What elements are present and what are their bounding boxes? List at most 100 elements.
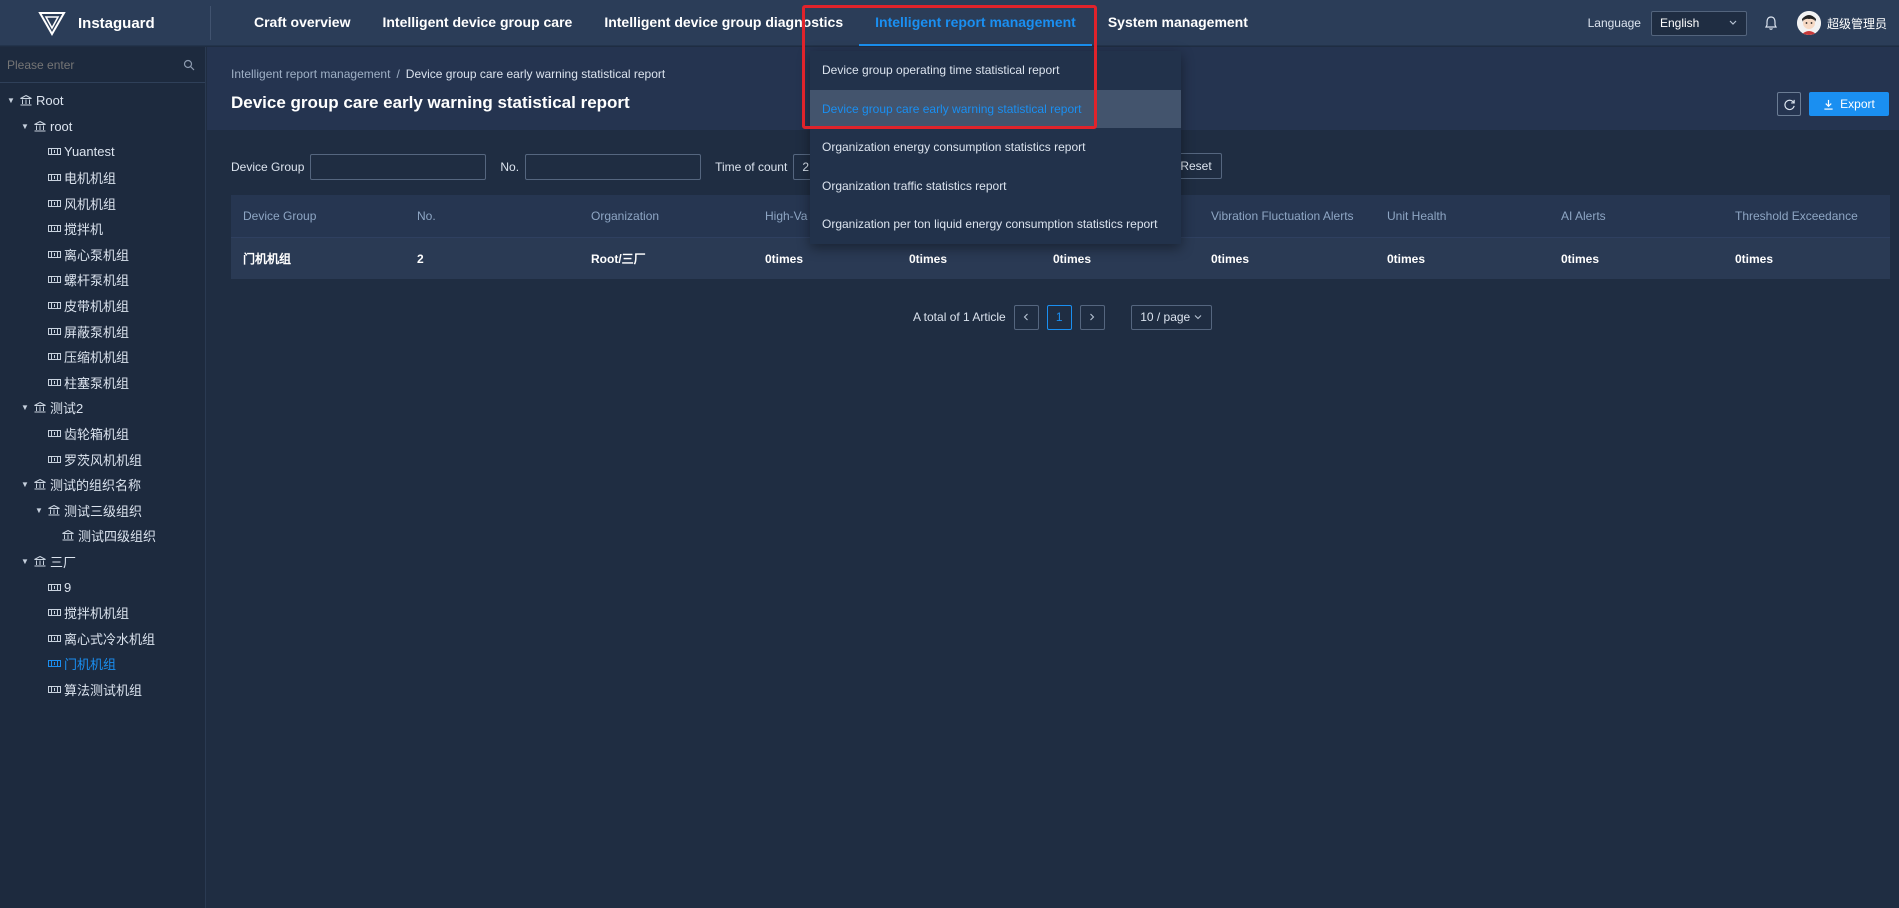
caret-down-icon[interactable]: ▼	[34, 506, 44, 515]
tree-node-device[interactable]: 屏蔽泵机组	[0, 318, 205, 344]
column-header: Vibration Fluctuation Alerts	[1211, 209, 1354, 223]
header-tools: Language English 超级管理员	[1588, 0, 1899, 46]
device-icon	[47, 607, 61, 619]
tree-node-device[interactable]: 螺杆泵机组	[0, 267, 205, 293]
tree-node-label: 螺杆泵机组	[64, 273, 130, 289]
menu-item-operating-time-report[interactable]: Device group operating time statistical …	[810, 51, 1181, 90]
tree-node-label: 压缩机机组	[64, 350, 130, 366]
tree-node-label: 柱塞泵机组	[64, 375, 130, 391]
menu-item-traffic-report[interactable]: Organization traffic statistics report	[810, 167, 1181, 206]
report-management-dropdown: Device group operating time statistical …	[810, 51, 1181, 244]
nav-report-management[interactable]: Intelligent report management	[859, 0, 1092, 46]
top-navigation-bar: Instaguard Craft overview Intelligent de…	[0, 0, 1899, 46]
tree-node-org[interactable]: ▼ 测试2	[0, 395, 205, 421]
tree-node-label: 罗茨风机机组	[64, 452, 143, 468]
tree-node-device[interactable]: 离心泵机组	[0, 242, 205, 268]
tree-node-device[interactable]: 搅拌机机组	[0, 600, 205, 626]
device-icon	[47, 658, 61, 670]
time-of-count-label: Time of count	[715, 160, 788, 174]
device-icon	[47, 197, 61, 209]
tree-node-label: 搅拌机机组	[64, 606, 130, 622]
tree-node-device[interactable]: 门机机组	[0, 651, 205, 677]
tree-node-device[interactable]: 压缩机机组	[0, 344, 205, 370]
tree-node-label: 电机机组	[64, 171, 117, 187]
organization-icon	[33, 402, 47, 414]
search-input[interactable]	[5, 56, 165, 73]
tree-node-label: 离心泵机组	[64, 247, 130, 263]
app-name: Instaguard	[78, 14, 155, 32]
menu-item-energy-consumption-report[interactable]: Organization energy consumption statisti…	[810, 128, 1181, 167]
refresh-button[interactable]	[1777, 92, 1801, 116]
tree-node-device[interactable]: 电机机组	[0, 165, 205, 191]
table-cell: Root/三厂	[591, 252, 646, 266]
tree-node-label: 门机机组	[64, 657, 117, 673]
language-value: English	[1659, 16, 1700, 30]
download-icon	[1824, 99, 1833, 110]
tree-node-device[interactable]: 皮带机机组	[0, 293, 205, 319]
tree-node-label: Root	[36, 93, 64, 109]
tree-node-label: 测试2	[50, 401, 84, 417]
no-input[interactable]	[525, 154, 702, 180]
table-cell: 0times	[1053, 251, 1092, 266]
menu-item-per-ton-energy-report[interactable]: Organization per ton liquid energy consu…	[810, 205, 1181, 244]
tree-node-label: 算法测试机组	[64, 682, 143, 698]
caret-down-icon[interactable]: ▼	[20, 480, 30, 489]
tree-node-device[interactable]: 算法测试机组	[0, 677, 205, 703]
tree-node-label: 离心式冷水机组	[64, 631, 156, 647]
device-group-label: Device Group	[231, 160, 305, 174]
tree-node-device[interactable]: 柱塞泵机组	[0, 370, 205, 396]
nav-device-group-diagnostics[interactable]: Intelligent device group diagnostics	[588, 0, 859, 46]
menu-item-care-early-warning-report[interactable]: Device group care early warning statisti…	[810, 89, 1181, 129]
logo-icon	[38, 12, 66, 37]
search-icon[interactable]	[183, 59, 195, 71]
tree-node-org[interactable]: ▼ 三厂	[0, 549, 205, 575]
caret-down-icon[interactable]: ▼	[20, 122, 30, 131]
tree-node-device[interactable]: 风机机组	[0, 190, 205, 216]
tree-node-device[interactable]: 齿轮箱机组	[0, 421, 205, 447]
main-nav: Craft overview Intelligent device group …	[238, 0, 1264, 46]
tree-node-label: Yuantest	[64, 144, 115, 160]
page-button-current[interactable]: 1	[1046, 304, 1072, 330]
table-cell: 0times	[1561, 251, 1600, 266]
breadcrumb: Intelligent report management / Device g…	[231, 67, 665, 81]
tree-node-device[interactable]: 搅拌机	[0, 216, 205, 242]
bell-icon[interactable]	[1763, 15, 1779, 31]
tree-node-device[interactable]: 9	[0, 574, 205, 600]
caret-down-icon[interactable]: ▼	[6, 96, 16, 105]
export-button[interactable]: Export	[1809, 92, 1889, 116]
username[interactable]: 超级管理员	[1827, 15, 1887, 32]
tree-node-label: 皮带机机组	[64, 299, 130, 315]
org-tree: ▼ Root ▼ root Yuantest 电机机组风机机组搅拌机离心泵机组螺杆泵机组皮…	[0, 83, 205, 702]
nav-device-group-care[interactable]: Intelligent device group care	[366, 0, 588, 46]
page-size-select[interactable]: 10 / page	[1130, 304, 1212, 330]
tree-node-org[interactable]: 测试四级组织	[0, 523, 205, 549]
device-group-input[interactable]	[310, 154, 487, 180]
tree-node-device[interactable]: 罗茨风机机组	[0, 446, 205, 472]
tree-node-device[interactable]: 离心式冷水机组	[0, 625, 205, 651]
next-page-button[interactable]	[1079, 304, 1105, 330]
caret-down-icon[interactable]: ▼	[20, 557, 30, 566]
device-icon	[47, 223, 61, 235]
column-header: Unit Health	[1387, 209, 1447, 223]
app-logo[interactable]: Instaguard	[38, 9, 155, 37]
page-title: Device group care early warning statisti…	[231, 93, 630, 112]
tree-node-org[interactable]: ▼ 测试的组织名称	[0, 472, 205, 498]
device-icon	[47, 274, 61, 286]
device-icon	[47, 453, 61, 465]
tree-node-org[interactable]: ▼ Root	[0, 88, 205, 114]
filter-bar: Device Group No. Time of count 2	[231, 153, 837, 181]
caret-down-icon[interactable]: ▼	[20, 403, 30, 412]
tree-node-org[interactable]: ▼ root	[0, 114, 205, 140]
tree-node-org[interactable]: ▼ 测试三级组织	[0, 498, 205, 524]
avatar[interactable]	[1796, 11, 1821, 35]
nav-system-management[interactable]: System management	[1092, 0, 1264, 46]
breadcrumb-parent[interactable]: Intelligent report management	[231, 67, 390, 81]
tree-node-label: 风机机组	[64, 196, 117, 212]
language-select[interactable]: English	[1650, 10, 1747, 36]
table-cell: 0times	[1211, 251, 1250, 266]
device-icon	[47, 376, 61, 388]
prev-page-button[interactable]	[1013, 304, 1039, 330]
nav-craft-overview[interactable]: Craft overview	[238, 0, 366, 46]
tree-node-label: 屏蔽泵机组	[64, 324, 130, 340]
tree-node-device[interactable]: Yuantest	[0, 139, 205, 165]
